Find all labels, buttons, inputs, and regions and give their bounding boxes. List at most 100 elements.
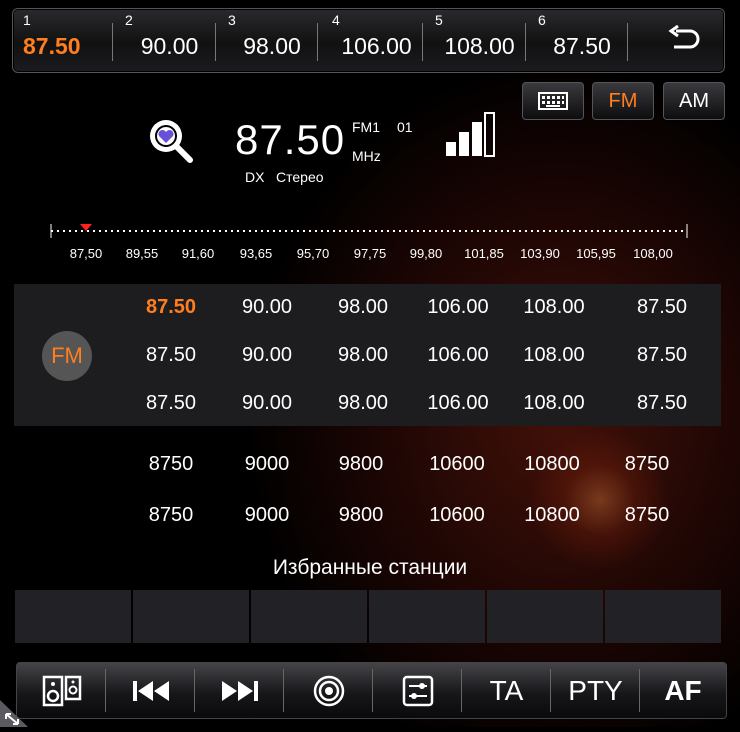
divider: [215, 23, 216, 61]
keyboard-button[interactable]: [522, 82, 584, 120]
keyboard-icon: [538, 92, 568, 110]
settings-button[interactable]: [373, 663, 462, 718]
af-label: AF: [664, 675, 702, 706]
scale-label: 99,80: [409, 246, 443, 261]
preset-frequency: 87.50: [553, 33, 611, 59]
preset-bar: 1 87.50 2 90.00 3 98.00 4 106.00 5 108.0…: [12, 8, 725, 73]
grid-preset-cell[interactable]: 87.50: [124, 332, 218, 378]
seek-forward-button[interactable]: [195, 663, 284, 718]
divider: [112, 23, 113, 61]
ta-label: TA: [489, 675, 524, 706]
stereo-indicator: Стерео: [276, 169, 324, 185]
preset-number: 2: [125, 12, 133, 28]
grid-preset-cell[interactable]: 108.00: [507, 332, 601, 378]
am-button[interactable]: AM: [663, 82, 725, 120]
favorite-slot[interactable]: [605, 590, 721, 643]
scale-label: 105,95: [576, 246, 616, 261]
grid-preset-cell[interactable]: 87.50: [603, 284, 721, 330]
preset-frequency: 108.00: [444, 33, 515, 59]
station-value[interactable]: 9800: [314, 504, 408, 527]
grid-preset-cell[interactable]: 98.00: [316, 332, 410, 378]
grid-preset-cell[interactable]: 90.00: [220, 284, 314, 330]
af-button[interactable]: AF: [640, 663, 726, 718]
scale-label: 108,00: [633, 246, 673, 261]
preset-frequency: 98.00: [243, 33, 301, 59]
favorite-slot[interactable]: [251, 590, 367, 643]
preset-frequency: 87.50: [23, 33, 81, 59]
speaker-icon: [42, 675, 81, 707]
scan-icon: [313, 675, 344, 707]
grid-preset-cell[interactable]: 106.00: [411, 380, 505, 426]
search-icon[interactable]: [146, 117, 196, 163]
preset-number: 4: [332, 12, 340, 28]
divider: [422, 23, 423, 61]
station-value[interactable]: 9000: [220, 453, 314, 476]
scale-label: 95,70: [296, 246, 330, 261]
grid-preset-cell[interactable]: 98.00: [316, 284, 410, 330]
preset-number: 5: [435, 12, 443, 28]
preset-number: 3: [228, 12, 236, 28]
favorite-slot[interactable]: [133, 590, 249, 643]
equalizer-settings-icon: [402, 675, 433, 707]
station-value[interactable]: 10800: [505, 504, 599, 527]
station-value[interactable]: 8750: [124, 504, 218, 527]
preset-5[interactable]: 5 108.00: [433, 9, 526, 72]
favorite-slot[interactable]: [487, 590, 603, 643]
preset-1[interactable]: 1 87.50: [21, 9, 113, 72]
divider: [627, 23, 628, 61]
grid-preset-cell[interactable]: 87.50: [124, 284, 218, 330]
ta-button[interactable]: TA: [462, 663, 551, 718]
preset-6[interactable]: 6 87.50: [536, 9, 628, 72]
resize-icon[interactable]: [0, 690, 38, 727]
scale-label: 97,75: [353, 246, 387, 261]
preset-number: 6: [538, 12, 546, 28]
station-value[interactable]: 8750: [124, 453, 218, 476]
station-value[interactable]: 8750: [600, 453, 694, 476]
grid-preset-cell[interactable]: 106.00: [411, 284, 505, 330]
grid-preset-cell[interactable]: 87.50: [603, 332, 721, 378]
station-value[interactable]: 10800: [505, 453, 599, 476]
frequency-unit: MHz: [352, 148, 381, 164]
scan-button[interactable]: [284, 663, 373, 718]
preset-frequency: 106.00: [341, 33, 412, 59]
band-label: FM1: [352, 119, 380, 135]
pty-button[interactable]: PTY: [551, 663, 640, 718]
fm-button[interactable]: FM: [592, 82, 654, 120]
band-badge[interactable]: FM: [42, 331, 92, 381]
favorite-slot[interactable]: [369, 590, 485, 643]
signal-strength-icon: [444, 112, 496, 158]
pty-label: PTY: [568, 675, 623, 706]
skip-previous-icon: [132, 681, 169, 701]
back-button[interactable]: [664, 24, 704, 55]
preset-2[interactable]: 2 90.00: [123, 9, 216, 72]
preset-3[interactable]: 3 98.00: [226, 9, 318, 72]
scale-label: 89,55: [125, 246, 159, 261]
tuning-marker: [80, 224, 92, 231]
grid-preset-cell[interactable]: 87.50: [603, 380, 721, 426]
dx-indicator: DX: [245, 169, 265, 185]
current-frequency: 87.50: [235, 116, 346, 163]
scale-label: 87,50: [69, 246, 103, 261]
grid-preset-cell[interactable]: 90.00: [220, 380, 314, 426]
back-icon: [668, 24, 700, 49]
station-value[interactable]: 9000: [220, 504, 314, 527]
seek-back-button[interactable]: [106, 663, 195, 718]
station-value[interactable]: 9800: [314, 453, 408, 476]
preset-index: 01: [397, 119, 413, 135]
station-value[interactable]: 10600: [410, 453, 504, 476]
grid-preset-cell[interactable]: 108.00: [507, 380, 601, 426]
scale-label: 93,65: [239, 246, 273, 261]
grid-preset-cell[interactable]: 87.50: [124, 380, 218, 426]
station-value[interactable]: 10600: [410, 504, 504, 527]
scale-label: 101,85: [464, 246, 504, 261]
grid-preset-cell[interactable]: 90.00: [220, 332, 314, 378]
preset-4[interactable]: 4 106.00: [330, 9, 423, 72]
favorite-slot[interactable]: [15, 590, 131, 643]
scale-label: 91,60: [181, 246, 215, 261]
grid-preset-cell[interactable]: 108.00: [507, 284, 601, 330]
station-value[interactable]: 8750: [600, 504, 694, 527]
grid-preset-cell[interactable]: 106.00: [411, 332, 505, 378]
tuning-scale[interactable]: [50, 222, 688, 240]
grid-preset-cell[interactable]: 98.00: [316, 380, 410, 426]
divider: [317, 23, 318, 61]
